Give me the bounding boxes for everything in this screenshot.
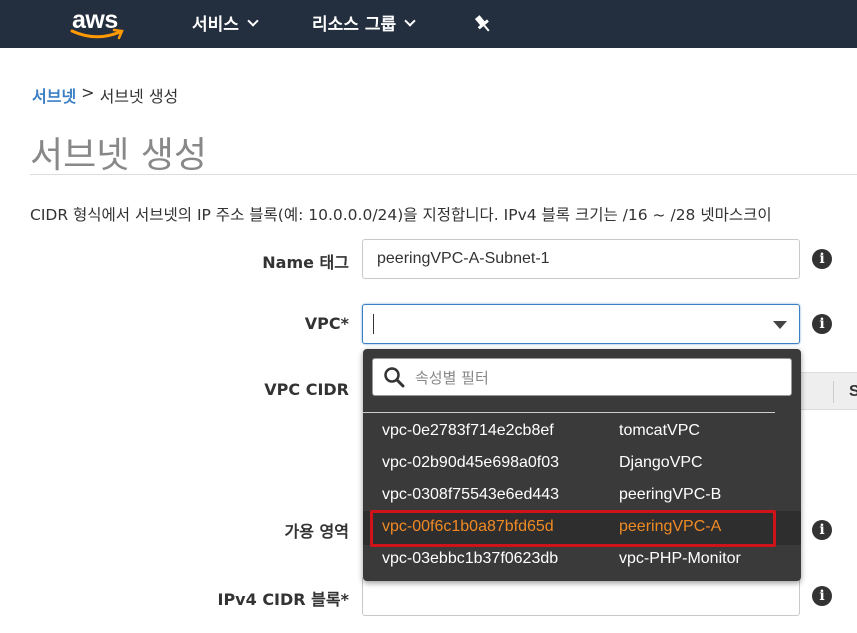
vpc-option[interactable]: vpc-0e2783f714e2cb8ef tomcatVPC: [363, 415, 801, 447]
vpc-label: VPC*: [304, 314, 349, 333]
chevron-down-icon: [404, 14, 416, 27]
resource-groups-label: 리소스 그룹: [312, 15, 397, 35]
vpc-option-id: vpc-0308f75543e6ed443: [382, 486, 560, 503]
vpc-option[interactable]: vpc-03ebbc1b37f0623db vpc-PHP-Monitor: [363, 543, 801, 575]
vpc-select[interactable]: [362, 304, 800, 344]
vpc-option-id: vpc-03ebbc1b37f0623db: [382, 550, 559, 567]
vpc-option-name: DjangoVPC: [619, 454, 703, 471]
info-icon[interactable]: i: [812, 586, 832, 606]
vpc-cidr-label: VPC CIDR: [264, 380, 349, 399]
pin-icon[interactable]: [474, 14, 492, 34]
vpc-option-name: peeringVPC-A: [619, 518, 722, 535]
vpc-option-selected[interactable]: vpc-00f6c1b0a87bfd65d peeringVPC-A: [363, 511, 801, 545]
vpc-option-id: vpc-02b90d45e698a0f03: [382, 454, 560, 471]
availability-zone-label: 가용 영역: [284, 522, 349, 541]
filter-placeholder: 속성별 필터: [415, 368, 489, 387]
breadcrumb-separator: >: [81, 83, 95, 102]
info-icon[interactable]: i: [812, 249, 832, 269]
breadcrumb: 서브넷 > 서브넷 생성: [32, 83, 178, 107]
column-header-fragment: S: [849, 383, 857, 400]
vpc-option-name: vpc-PHP-Monitor: [619, 550, 741, 567]
cidr-description: CIDR 형식에서 서브넷의 IP 주소 블록(예: 10.0.0.0/24)을…: [30, 206, 772, 224]
services-label: 서비스: [192, 15, 239, 35]
name-tag-value: peeringVPC-A-Subnet-1: [377, 250, 550, 267]
services-menu[interactable]: 서비스: [192, 10, 259, 35]
dropdown-divider: [363, 412, 775, 413]
vpc-option-name: tomcatVPC: [619, 422, 700, 439]
text-cursor: [373, 314, 374, 334]
page-title: 서브넷 생성: [30, 135, 208, 176]
info-icon[interactable]: i: [812, 314, 832, 334]
ipv4-cidr-label: IPv4 CIDR 블록*: [217, 590, 350, 609]
name-tag-label: Name 태그: [262, 253, 349, 272]
chevron-down-icon: [247, 14, 259, 27]
search-icon: [384, 367, 405, 388]
breadcrumb-subnets-link[interactable]: 서브넷: [32, 83, 76, 107]
aws-smile-icon: [70, 28, 124, 40]
vpc-dropdown: 속성별 필터 vpc-0e2783f714e2cb8ef tomcatVPC v…: [363, 349, 801, 581]
resource-groups-menu[interactable]: 리소스 그룹: [312, 10, 416, 35]
name-tag-input[interactable]: peeringVPC-A-Subnet-1: [362, 239, 800, 279]
top-nav: aws 서비스 리소스 그룹: [0, 0, 857, 48]
aws-logo[interactable]: aws: [70, 4, 130, 44]
caret-down-icon[interactable]: [773, 321, 787, 329]
vpc-option-id: vpc-0e2783f714e2cb8ef: [382, 422, 554, 439]
title-divider: [30, 174, 857, 175]
info-icon[interactable]: i: [812, 520, 832, 540]
ipv4-cidr-input[interactable]: [362, 576, 800, 616]
column-divider: [833, 381, 834, 403]
filter-input[interactable]: 속성별 필터: [372, 358, 792, 396]
breadcrumb-current: 서브넷 생성: [99, 87, 179, 106]
vpc-option-id: vpc-00f6c1b0a87bfd65d: [382, 518, 554, 535]
vpc-option[interactable]: vpc-02b90d45e698a0f03 DjangoVPC: [363, 447, 801, 479]
vpc-option-name: peeringVPC-B: [619, 486, 722, 503]
vpc-option[interactable]: vpc-0308f75543e6ed443 peeringVPC-B: [363, 479, 801, 511]
